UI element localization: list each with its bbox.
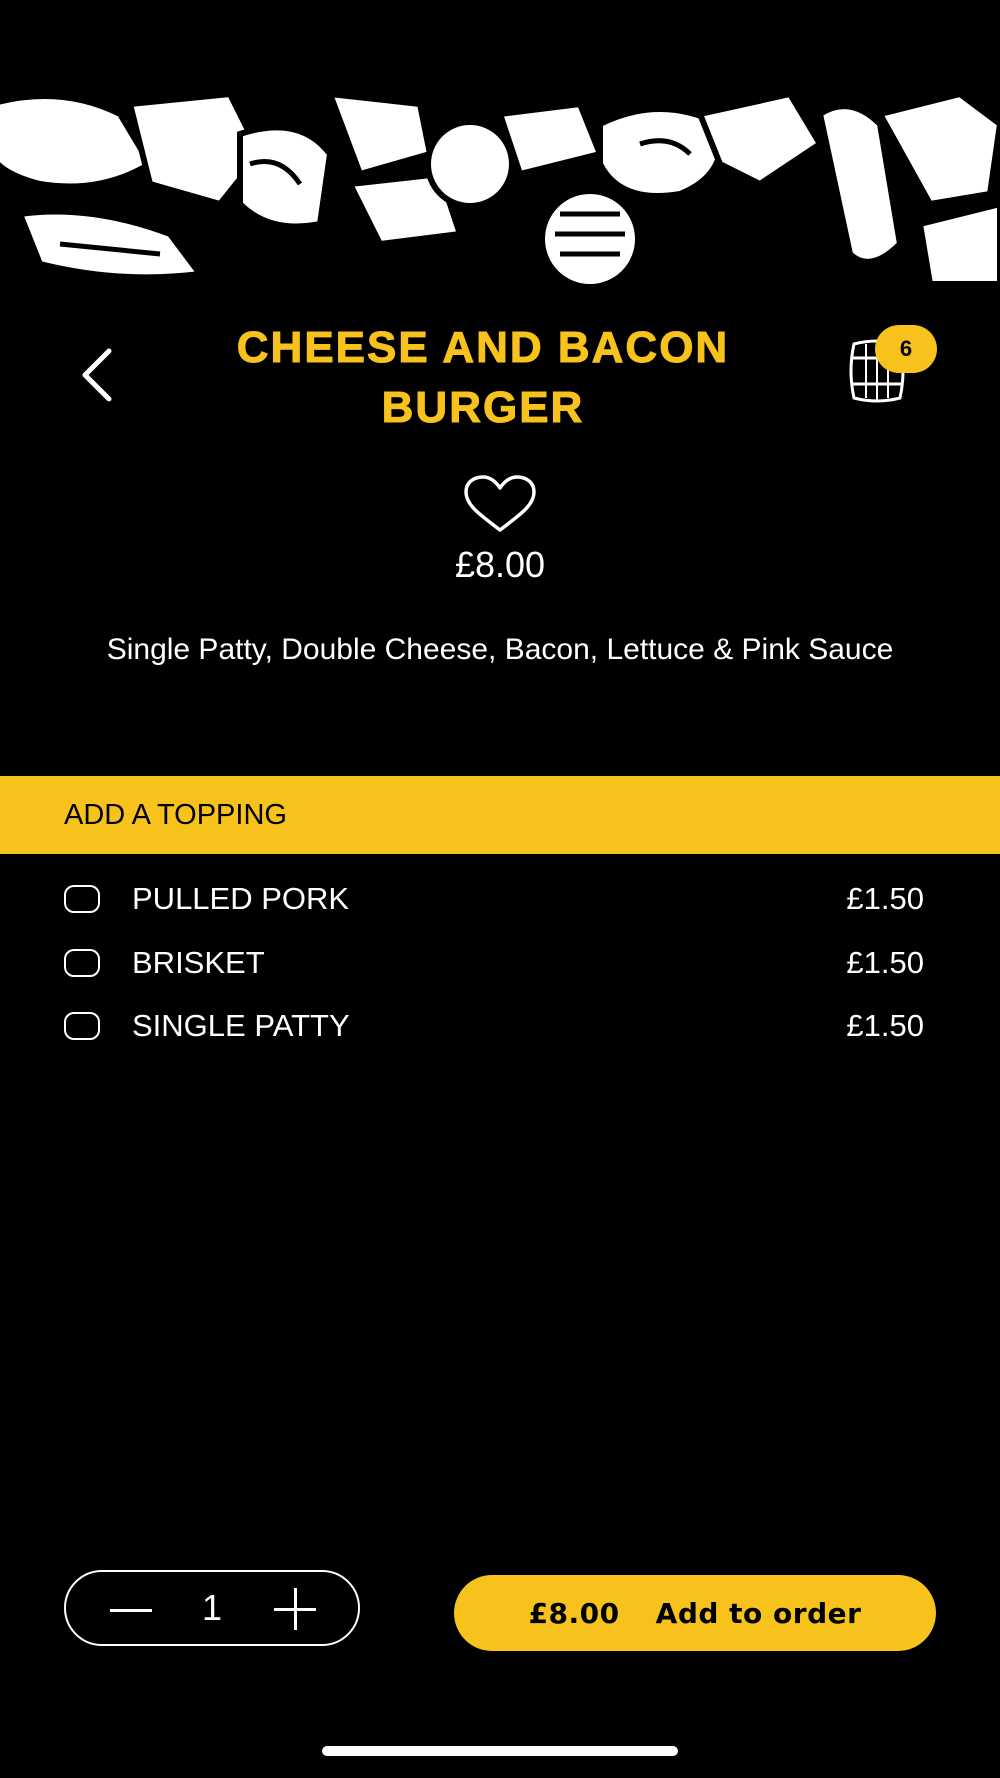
heart-icon bbox=[464, 475, 536, 532]
increase-quantity-button[interactable] bbox=[274, 1588, 318, 1632]
topping-option-brisket[interactable]: BRISKET £1.50 bbox=[0, 935, 1000, 991]
topping-section-title: ADD A TOPPING bbox=[64, 798, 287, 831]
back-button[interactable] bbox=[62, 340, 132, 410]
topping-label: BRISKET bbox=[132, 945, 265, 980]
topping-label: SINGLE PATTY bbox=[132, 1008, 350, 1043]
product-title: CHEESE AND BACON BURGER bbox=[236, 323, 730, 433]
checkbox[interactable] bbox=[64, 949, 100, 977]
topping-price: £1.50 bbox=[846, 1008, 924, 1043]
topping-price: £1.50 bbox=[846, 881, 924, 916]
decrease-quantity-button[interactable] bbox=[110, 1590, 154, 1630]
topping-section-header: ADD A TOPPING bbox=[0, 776, 1000, 854]
add-to-order-label: Add to order bbox=[655, 1596, 862, 1630]
cart-count-badge: 6 bbox=[875, 325, 937, 373]
doodle-banner-image bbox=[0, 94, 1000, 284]
topping-option-pulled-pork[interactable]: PULLED PORK £1.50 bbox=[0, 871, 1000, 927]
checkbox[interactable] bbox=[64, 885, 100, 913]
quantity-stepper: 1 bbox=[64, 1570, 360, 1646]
add-to-order-button[interactable]: £8.00 Add to order bbox=[454, 1575, 936, 1651]
topping-label: PULLED PORK bbox=[132, 881, 350, 916]
product-price: £8.00 bbox=[454, 544, 546, 585]
chevron-left-icon bbox=[82, 348, 112, 402]
favourite-button[interactable] bbox=[462, 474, 538, 536]
topping-price: £1.50 bbox=[846, 945, 924, 980]
product-description: Single Patty, Double Cheese, Bacon, Lett… bbox=[106, 633, 894, 666]
order-total: £8.00 bbox=[528, 1596, 620, 1630]
home-indicator bbox=[322, 1746, 678, 1756]
topping-option-single-patty[interactable]: SINGLE PATTY £1.50 bbox=[0, 998, 1000, 1054]
checkbox[interactable] bbox=[64, 1012, 100, 1040]
